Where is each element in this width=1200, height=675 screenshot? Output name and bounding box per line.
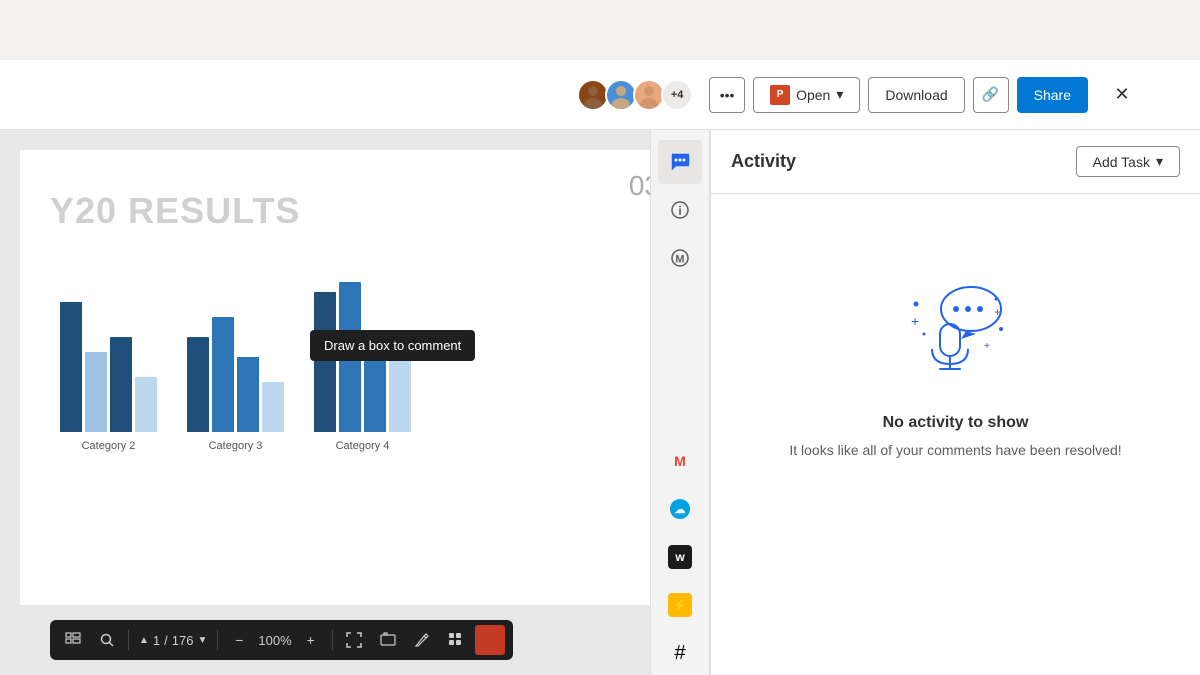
svg-text:+: + — [994, 305, 1001, 319]
slide-content: 03 Y20 RESULTS Category 2 — [20, 150, 690, 605]
add-task-label: Add Task — [1093, 154, 1150, 170]
bar — [262, 382, 284, 432]
zoom-in-button[interactable]: + — [296, 625, 326, 655]
download-button[interactable]: Download — [868, 77, 964, 113]
bar — [314, 292, 336, 432]
tooltip-text: Draw a box to comment — [324, 338, 461, 353]
activity-header: Activity Add Task ▾ — [711, 130, 1200, 194]
sidebar-icons: i M M ☁ w ⚡ # — [650, 130, 710, 675]
page-down-arrow: ▼ — [197, 635, 207, 646]
header-toolbar: +4 ••• P Open ▾ Download 🔗 Share ✕ — [0, 60, 1200, 130]
add-task-button[interactable]: Add Task ▾ — [1076, 146, 1180, 177]
page-up-arrow: ▲ — [139, 635, 149, 646]
separator — [128, 630, 129, 650]
activity-empty-state: + + + No activity to show It looks like … — [711, 194, 1200, 501]
tasks-icon: ⚡ — [668, 593, 692, 617]
sidebar-gmail-button[interactable]: M — [658, 439, 702, 483]
zoom-plus-icon: + — [307, 632, 315, 648]
activity-title: Activity — [731, 151, 796, 172]
search-button[interactable] — [92, 625, 122, 655]
bar — [110, 337, 132, 432]
close-button[interactable]: ✕ — [1104, 77, 1140, 113]
chart-label: Category 4 — [336, 440, 390, 452]
add-task-arrow: ▾ — [1156, 153, 1163, 170]
w-icon: w — [668, 545, 692, 569]
screenshot-button[interactable] — [373, 625, 403, 655]
avatar-group: +4 — [577, 79, 693, 111]
open-arrow: ▾ — [836, 86, 843, 103]
slack-icon: # — [674, 642, 685, 665]
main-content: 03 Y20 RESULTS Category 2 — [0, 130, 710, 675]
download-label: Download — [885, 87, 947, 103]
draw-box-tooltip: Draw a box to comment — [310, 330, 475, 361]
slide-title: Y20 RESULTS — [50, 190, 660, 232]
bar — [85, 352, 107, 432]
separator — [217, 630, 218, 650]
share-button[interactable]: Share — [1017, 77, 1088, 113]
salesforce-icon: ☁ — [670, 499, 690, 519]
chart-label: Category 3 — [209, 440, 263, 452]
svg-text:+: + — [911, 313, 919, 329]
zoom-level: 100% — [258, 633, 291, 648]
bars-category-3 — [187, 317, 284, 432]
gmail-icon: M — [670, 451, 690, 471]
activity-empty-title: No activity to show — [883, 414, 1029, 432]
chart-group-4: Category 4 — [314, 282, 411, 452]
chart-label: Category 2 — [82, 440, 136, 452]
sidebar-tasks-button[interactable]: ⚡ — [658, 583, 702, 627]
powerpoint-icon: P — [770, 85, 790, 105]
more-button[interactable]: ••• — [709, 77, 745, 113]
svg-text:+: + — [984, 341, 990, 352]
bar — [212, 317, 234, 432]
sidebar-salesforce-button[interactable]: ☁ — [658, 487, 702, 531]
close-icon: ✕ — [1114, 84, 1129, 105]
bar — [135, 377, 157, 432]
svg-text:M: M — [675, 254, 684, 266]
page-current: 1 — [153, 633, 160, 648]
microphone-illustration: + + + — [896, 274, 1016, 394]
present-button[interactable] — [475, 625, 505, 655]
svg-text:i: i — [678, 204, 681, 218]
activity-empty-subtitle: It looks like all of your comments have … — [789, 440, 1121, 461]
avatar-count[interactable]: +4 — [661, 79, 693, 111]
bottom-toolbar: ▲ 1 / 176 ▼ − 100% + — [50, 620, 513, 660]
sidebar-slack-button[interactable]: # — [658, 631, 702, 675]
page-separator: / — [164, 633, 168, 648]
activity-panel: Activity Add Task ▾ — [710, 130, 1200, 675]
zoom-out-button[interactable]: − — [224, 625, 254, 655]
thumbnail-toggle-button[interactable] — [58, 625, 88, 655]
link-icon: 🔗 — [982, 86, 999, 103]
top-bar — [0, 0, 1200, 60]
zoom-minus-icon: − — [235, 632, 243, 648]
page-nav: ▲ 1 / 176 ▼ — [135, 633, 211, 648]
bar — [60, 302, 82, 432]
open-label: Open — [796, 87, 830, 103]
sidebar-chat-button[interactable] — [658, 140, 702, 184]
fullscreen-button[interactable] — [339, 625, 369, 655]
bar — [237, 357, 259, 432]
share-label: Share — [1034, 87, 1071, 103]
more-dots: ••• — [720, 87, 735, 103]
copy-link-button[interactable]: 🔗 — [973, 77, 1009, 113]
zoom-value: 100% — [258, 633, 291, 648]
sidebar-mentions-button[interactable]: M — [658, 236, 702, 280]
bar — [187, 337, 209, 432]
chart-group-3: Category 3 — [187, 317, 284, 452]
open-button[interactable]: P Open ▾ — [753, 77, 860, 113]
sidebar-info-button[interactable]: i — [658, 188, 702, 232]
bars-category-2 — [60, 302, 157, 432]
chart-group-2: Category 2 — [60, 302, 157, 452]
grid-button[interactable] — [441, 625, 471, 655]
sidebar-w-button[interactable]: w — [658, 535, 702, 579]
page-total: 176 — [172, 633, 194, 648]
draw-button[interactable] — [407, 625, 437, 655]
separator — [332, 630, 333, 650]
slide-container: 03 Y20 RESULTS Category 2 — [20, 150, 690, 605]
